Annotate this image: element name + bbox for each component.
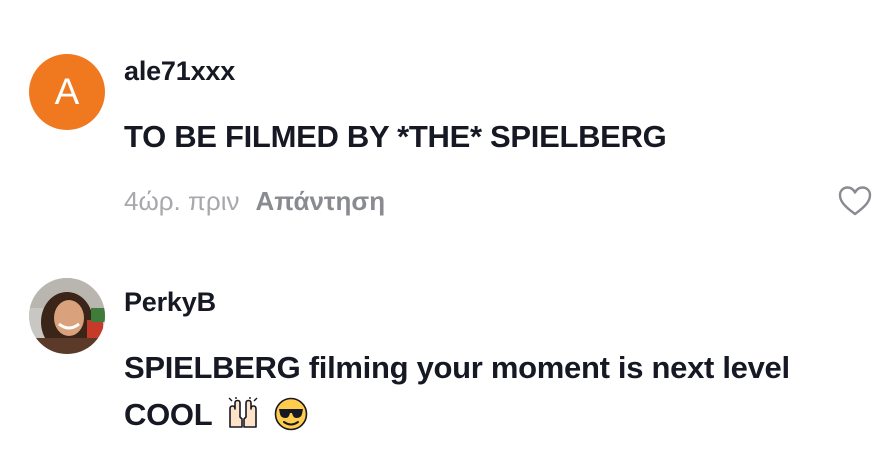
comment-username[interactable]: ale71xxx bbox=[124, 56, 235, 87]
reply-button[interactable]: Απάντηση bbox=[256, 186, 386, 216]
comment-meta: 4ώρ. πριν Απάντηση bbox=[124, 183, 385, 219]
comment-list: A ale71xxx TO BE FILMED BY *THE* SPIELBE… bbox=[0, 0, 880, 453]
comment-text: SPIELBERG filming your moment is next le… bbox=[124, 344, 864, 438]
comment-text: TO BE FILMED BY *THE* SPIELBERG bbox=[124, 119, 667, 154]
smiling-face-with-sunglasses-emoji bbox=[275, 397, 308, 431]
comment-username[interactable]: PerkyB bbox=[124, 287, 216, 318]
heart-outline-icon bbox=[838, 186, 872, 216]
avatar[interactable]: A bbox=[29, 54, 105, 130]
like-button[interactable] bbox=[838, 185, 872, 217]
profile-photo bbox=[29, 278, 105, 354]
comment-timestamp: 4ώρ. πριν bbox=[124, 186, 240, 216]
raising-hands-emoji bbox=[228, 397, 258, 428]
avatar[interactable] bbox=[29, 278, 105, 354]
comment-text-content: SPIELBERG filming your moment is next le… bbox=[124, 350, 790, 432]
